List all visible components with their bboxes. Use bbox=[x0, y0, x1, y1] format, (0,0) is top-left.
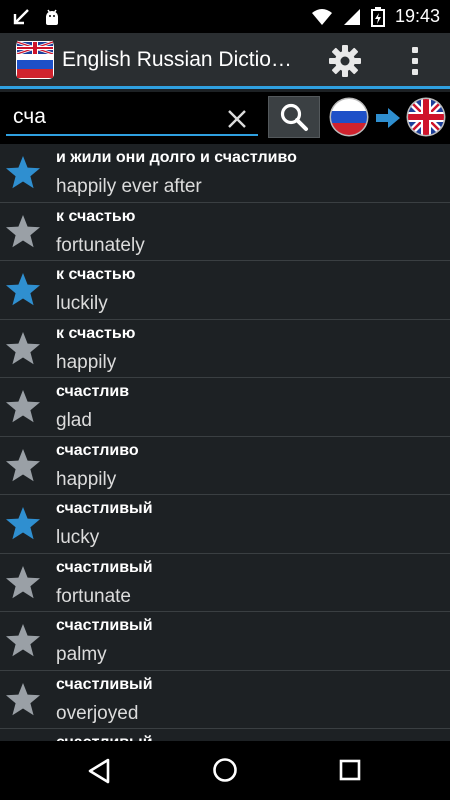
home-circle-icon[interactable] bbox=[211, 756, 239, 784]
nav-bar bbox=[0, 741, 450, 800]
result-translation: fortunate bbox=[56, 585, 131, 607]
result-word: счастливый bbox=[56, 500, 153, 517]
result-item[interactable]: и жили они долго и счастливо happily ever… bbox=[0, 144, 450, 203]
dot bbox=[412, 58, 418, 64]
gear-icon[interactable] bbox=[327, 43, 363, 79]
result-translation: fortunately bbox=[56, 234, 145, 256]
app-bar: English Russian Dictio… bbox=[0, 33, 450, 89]
result-item[interactable]: к счастью fortunately bbox=[0, 203, 450, 261]
arrow-right-icon bbox=[376, 108, 400, 128]
android-debug-icon bbox=[42, 6, 62, 28]
result-translation: glad bbox=[56, 410, 92, 431]
result-translation: happily ever after bbox=[56, 176, 202, 197]
back-triangle-icon[interactable] bbox=[84, 757, 114, 785]
battery-charging-icon bbox=[370, 6, 385, 27]
result-translation: palmy bbox=[56, 644, 107, 665]
screen: 19:43 English Russian Dictio… сча и жили… bbox=[0, 0, 450, 800]
app-title: English Russian Dictio… bbox=[62, 47, 292, 71]
star-filled-icon[interactable] bbox=[4, 505, 42, 543]
star-outline-icon[interactable] bbox=[4, 447, 42, 485]
download-done-icon bbox=[10, 6, 32, 28]
result-translation: happily bbox=[56, 468, 117, 490]
result-translation: happily bbox=[56, 351, 117, 373]
result-word: счастливый bbox=[56, 617, 153, 634]
star-filled-icon[interactable] bbox=[4, 271, 42, 309]
star-outline-icon[interactable] bbox=[4, 681, 42, 719]
result-word: счастливый bbox=[56, 675, 153, 693]
star-outline-icon[interactable] bbox=[4, 330, 42, 368]
search-icon bbox=[280, 103, 308, 131]
result-word: к счастью bbox=[56, 324, 136, 342]
search-button[interactable] bbox=[268, 96, 320, 138]
result-item[interactable]: счастливый overjoyed bbox=[0, 671, 450, 729]
result-word: к счастью bbox=[56, 207, 136, 225]
status-left bbox=[10, 6, 62, 28]
result-item[interactable]: счастливый fortunate bbox=[0, 554, 450, 612]
star-outline-icon[interactable] bbox=[4, 213, 42, 251]
result-item[interactable]: счастлив glad bbox=[0, 378, 450, 437]
wifi-icon bbox=[311, 8, 333, 26]
app-logo-icon bbox=[16, 40, 54, 79]
dot bbox=[412, 47, 418, 53]
signal-icon bbox=[343, 8, 361, 26]
result-item[interactable]: счастливый bbox=[0, 729, 450, 741]
result-item[interactable]: к счастью luckily bbox=[0, 261, 450, 320]
star-outline-icon[interactable] bbox=[4, 622, 42, 660]
star-filled-icon[interactable] bbox=[4, 154, 42, 192]
result-word: счастлив bbox=[56, 383, 130, 400]
status-time: 19:43 bbox=[394, 6, 440, 26]
star-outline-icon[interactable] bbox=[4, 388, 42, 426]
result-translation: overjoyed bbox=[56, 702, 139, 724]
result-word: счастливо bbox=[56, 441, 139, 459]
russia-flag-icon[interactable] bbox=[329, 97, 369, 137]
star-outline-icon[interactable] bbox=[4, 564, 42, 602]
recents-square-icon[interactable] bbox=[337, 757, 363, 783]
result-word: счастливый bbox=[56, 734, 153, 741]
result-word: счастливый bbox=[56, 558, 153, 576]
uk-flag-icon[interactable] bbox=[406, 97, 446, 137]
status-bar: 19:43 bbox=[0, 0, 450, 33]
result-word: к счастью bbox=[56, 266, 136, 283]
status-right: 19:43 bbox=[311, 6, 440, 27]
close-icon[interactable] bbox=[224, 106, 250, 132]
result-word: и жили они долго и счастливо bbox=[56, 149, 297, 166]
results-list: и жили они долго и счастливо happily ever… bbox=[0, 144, 450, 741]
result-item[interactable]: счастливо happily bbox=[0, 437, 450, 495]
dot bbox=[412, 69, 418, 75]
more-vert-icon[interactable] bbox=[400, 43, 430, 79]
search-input[interactable] bbox=[6, 100, 258, 136]
result-item[interactable]: счастливый lucky bbox=[0, 495, 450, 554]
result-item[interactable]: к счастью happily bbox=[0, 320, 450, 378]
result-translation: lucky bbox=[56, 527, 100, 548]
result-translation: luckily bbox=[56, 293, 108, 314]
result-item[interactable]: счастливый palmy bbox=[0, 612, 450, 671]
